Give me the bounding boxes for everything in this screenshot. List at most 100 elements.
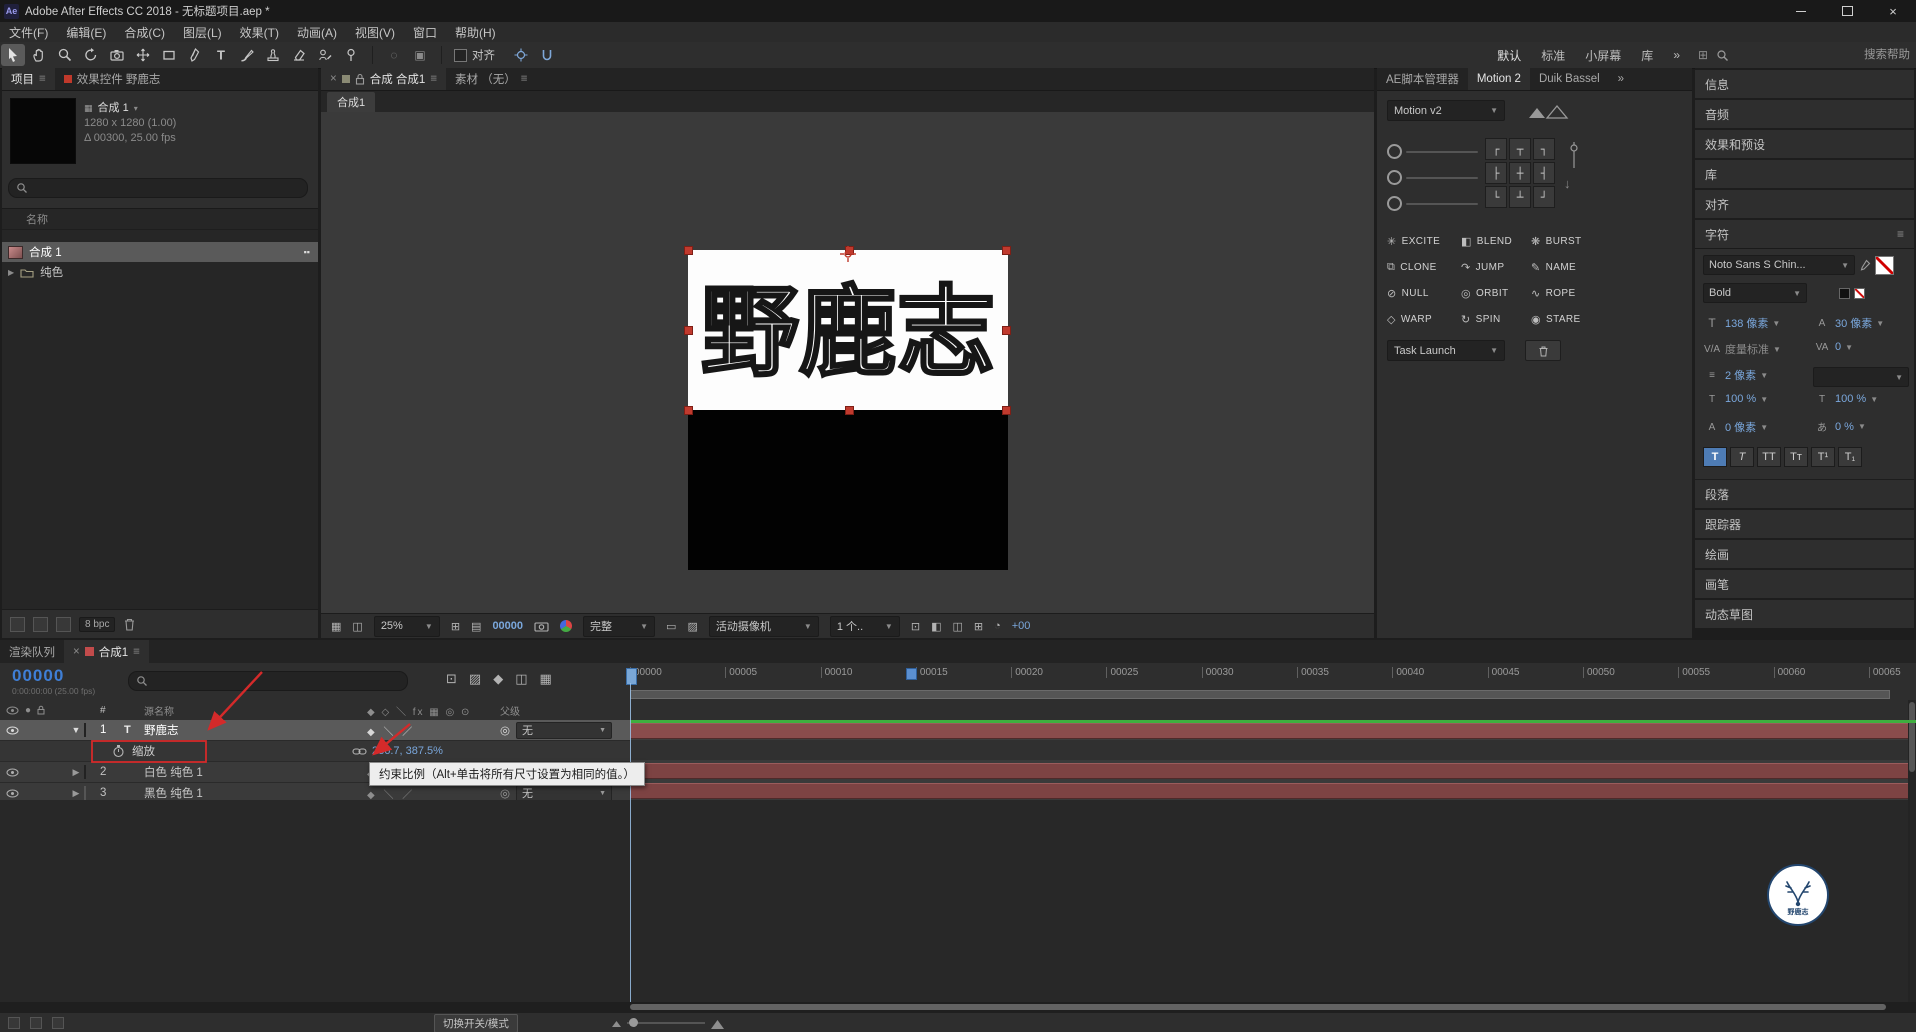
timeline-vscrollbar[interactable] <box>1908 700 1916 1002</box>
tracking-value[interactable]: 0 <box>1835 341 1841 353</box>
snap-checkbox[interactable] <box>454 48 467 62</box>
stroke-width-value[interactable]: 2 像素 <box>1725 367 1756 383</box>
column-parent-header[interactable]: 父级 <box>500 703 630 718</box>
interpret-footage-icon[interactable] <box>10 616 25 632</box>
anchor-cell[interactable]: ┌ <box>1485 138 1507 160</box>
timeline-search[interactable] <box>128 671 408 691</box>
scale-value[interactable]: 286.7, 387.5% <box>372 745 443 757</box>
faux-italic-button[interactable]: T <box>1730 447 1754 467</box>
selection-handle[interactable] <box>684 246 693 255</box>
timeline-marker[interactable] <box>906 668 917 680</box>
zoom-tool[interactable] <box>53 44 77 66</box>
frame-blend-icon[interactable]: ◫ <box>515 671 527 687</box>
motion-button-jump[interactable]: ↷ JUMP <box>1461 261 1531 274</box>
brush-tool[interactable] <box>235 44 259 66</box>
workspace-standard[interactable]: 标准 <box>1531 47 1575 64</box>
tab-script-manager[interactable]: AE脚本管理器 <box>1377 68 1468 90</box>
resolution-dropdown[interactable]: 完整 ▼ <box>583 615 656 637</box>
anchor-mountain-icons[interactable] <box>1527 104 1571 120</box>
motion-button-spin[interactable]: ↻ SPIN <box>1461 313 1531 326</box>
slider-knob-icon[interactable] <box>1387 170 1402 185</box>
eye-icon[interactable] <box>6 768 19 777</box>
folder-expand-icon[interactable]: ▶ <box>8 268 14 277</box>
composition-canvas[interactable]: 野鹿志 <box>684 246 1011 570</box>
project-search-input[interactable] <box>33 181 300 195</box>
tab-overflow[interactable]: » <box>1609 68 1633 90</box>
twirl-expand-icon[interactable]: ▶ <box>68 767 84 778</box>
transparency-grid-icon[interactable]: ▨ <box>687 620 697 633</box>
trash-icon[interactable] <box>123 617 136 631</box>
new-composition-icon[interactable] <box>56 616 71 632</box>
region-of-interest-icon[interactable]: ▭ <box>666 620 676 633</box>
panel-menu-icon[interactable]: ≡ <box>430 73 437 85</box>
project-bpc[interactable]: 8 bpc <box>79 616 116 632</box>
stroke-style-dropdown[interactable]: ▼ <box>1813 367 1909 387</box>
anchor-cell[interactable]: ┴ <box>1509 186 1531 208</box>
menu-view[interactable]: 视图(V) <box>346 24 404 41</box>
panel-menu-icon[interactable]: ≡ <box>39 73 46 85</box>
twirl-collapse-icon[interactable]: ▼ <box>68 725 84 735</box>
tab-close-icon[interactable]: × <box>73 646 80 658</box>
parent-dropdown[interactable]: 无▼ <box>516 721 613 739</box>
anchor-cell[interactable]: ┐ <box>1533 138 1555 160</box>
layer1-duration-bar[interactable] <box>630 723 1908 739</box>
eye-icon[interactable] <box>6 789 19 798</box>
panel-character[interactable]: 字符 ≡ <box>1695 220 1914 248</box>
hand-tool[interactable] <box>27 44 51 66</box>
anchor-cell[interactable]: ┬ <box>1509 138 1531 160</box>
playhead[interactable] <box>626 668 637 685</box>
pickwhip-icon[interactable]: ◎ <box>500 786 510 800</box>
motion-button-warp[interactable]: ◇ WARP <box>1387 313 1461 326</box>
caret-down-icon[interactable]: ▼ <box>1760 371 1768 380</box>
horizontal-scale-value[interactable]: 100 % <box>1835 393 1866 405</box>
motion-button-excite[interactable]: ✳ EXCITE <box>1387 235 1461 248</box>
tsume-value[interactable]: 0 % <box>1835 421 1854 433</box>
project-item-solids[interactable]: ▶ 纯色 <box>2 262 318 282</box>
slider-knob-icon[interactable] <box>1387 144 1402 159</box>
anchor-cell[interactable]: └ <box>1485 186 1507 208</box>
layer-switches[interactable]: ◆ ＼ ／ <box>367 723 500 738</box>
workspace-manager-icon[interactable]: ⊞ <box>1691 44 1715 66</box>
mini-flowchart-icon[interactable]: ⊡ <box>446 671 457 687</box>
panel-audio[interactable]: 音频 <box>1695 100 1914 128</box>
stopwatch-icon[interactable] <box>112 744 125 758</box>
project-item-comp[interactable]: 合成 1 ▪▪ <box>2 242 318 262</box>
anchor-cell[interactable]: ┼ <box>1509 162 1531 184</box>
tab-effect-controls[interactable]: 效果控件 野鹿志 <box>55 68 170 90</box>
eye-column-icon[interactable] <box>6 706 19 715</box>
faux-bold-button[interactable]: T <box>1703 447 1727 467</box>
zoom-out-mountain-icon[interactable] <box>611 1019 621 1027</box>
lock-column-icon[interactable] <box>37 705 45 715</box>
zoom-slider-knob[interactable] <box>628 1018 638 1027</box>
workspace-small-screen[interactable]: 小屏幕 <box>1575 47 1631 64</box>
work-area-bar[interactable] <box>630 690 1890 699</box>
layer-name[interactable]: 野鹿志 <box>144 722 367 738</box>
slider-knob-icon[interactable] <box>1387 196 1402 211</box>
selection-handle[interactable] <box>845 406 854 415</box>
draft-3d-icon[interactable]: ▨ <box>469 671 481 687</box>
timeline-jump-icon[interactable]: ◫ <box>952 620 962 633</box>
panel-info[interactable]: 信息 <box>1695 70 1914 98</box>
snapshot-camera-icon[interactable] <box>534 620 549 632</box>
panel-menu-icon[interactable]: ≡ <box>521 73 528 85</box>
camera-view-dropdown[interactable]: 活动摄像机 ▼ <box>708 615 819 637</box>
tab-render-queue[interactable]: 渲染队列 <box>0 640 64 663</box>
column-switches-header[interactable]: ◆ ◇ ＼ fx ▦ ◎ ⊙ <box>367 703 500 718</box>
mask-feather-icon[interactable]: ◌ <box>382 44 406 66</box>
current-time-display[interactable]: 00000 <box>12 666 95 686</box>
tab-footage[interactable]: 素材 （无） ≡ <box>446 68 536 90</box>
menu-composition[interactable]: 合成(C) <box>115 24 174 41</box>
zoom-in-mountain-icon[interactable] <box>710 1018 724 1029</box>
roto-brush-tool[interactable] <box>313 44 337 66</box>
layer-color-chip[interactable] <box>84 723 86 737</box>
caret-down-icon[interactable]: ▼ <box>1772 319 1780 328</box>
hide-shy-icon[interactable]: ◆ <box>493 671 503 687</box>
down-arrow-icon[interactable]: ↓ <box>1564 176 1571 191</box>
selection-handle[interactable] <box>684 326 693 335</box>
swap-fill-swatch[interactable] <box>1839 287 1850 299</box>
pan-behind-tool[interactable] <box>131 44 155 66</box>
fast-preview-icon[interactable]: ◧ <box>931 620 941 633</box>
snap-option1-icon[interactable] <box>509 44 533 66</box>
toggle-switches-modes-button[interactable]: 切换开关/模式 <box>434 1013 518 1032</box>
always-preview-icon[interactable]: ▦ <box>331 620 341 633</box>
